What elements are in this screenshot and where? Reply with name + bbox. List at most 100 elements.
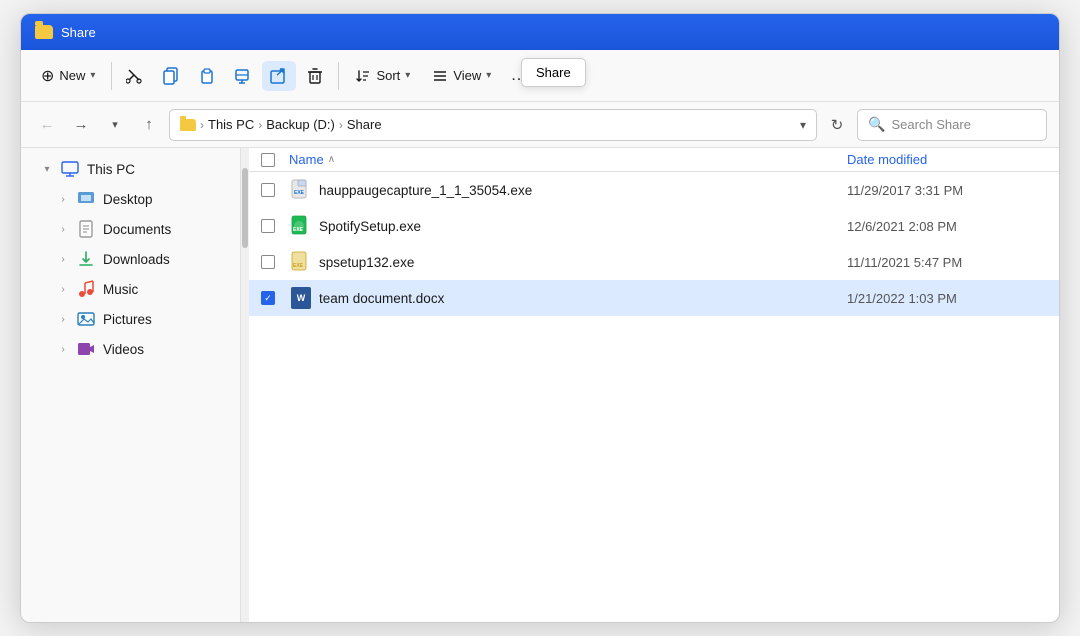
sidebar-item-desktop[interactable]: › Desktop <box>27 184 234 214</box>
sidebar-item-downloads[interactable]: › Downloads <box>27 244 234 274</box>
new-icon: ⊕ <box>41 66 54 86</box>
pictures-expand-icon: › <box>57 314 69 325</box>
share-tooltip-container: Share <box>521 58 586 87</box>
file-checkbox-1[interactable] <box>261 219 275 233</box>
desktop-label: Desktop <box>103 192 153 207</box>
file-row-3[interactable]: W team document.docx 1/21/2022 1:03 PM <box>249 280 1059 316</box>
recent-button[interactable]: ▾ <box>101 111 129 139</box>
refresh-button[interactable]: ↻ <box>823 111 851 139</box>
view-icon <box>432 68 448 84</box>
file-check-3 <box>261 291 289 305</box>
file-check-1 <box>261 219 289 233</box>
title-bar: Share <box>21 14 1059 50</box>
music-label: Music <box>103 282 138 297</box>
file-checkbox-2[interactable] <box>261 255 275 269</box>
search-icon: 🔍 <box>868 116 885 133</box>
breadcrumb-part3: Share <box>347 117 382 132</box>
file-checkbox-3[interactable] <box>261 291 275 305</box>
back-button[interactable]: ← <box>33 111 61 139</box>
col-name-label: Name <box>289 152 324 167</box>
svg-text:EXE: EXE <box>293 263 304 269</box>
separator-2 <box>338 62 339 90</box>
select-all-checkbox[interactable] <box>261 153 275 167</box>
delete-icon <box>306 67 324 85</box>
window-title: Share <box>61 25 96 40</box>
separator-1 <box>111 62 112 90</box>
breadcrumb-part1: This PC <box>208 117 254 132</box>
view-button[interactable]: View ▾ <box>422 62 501 90</box>
new-dropdown-icon: ▾ <box>90 70 95 81</box>
sidebar-item-documents[interactable]: › Documents <box>27 214 234 244</box>
sort-up-icon: ∧ <box>328 154 335 165</box>
file-row-2[interactable]: EXE spsetup132.exe 11/11/2021 5:47 PM <box>249 244 1059 280</box>
this-pc-expand-icon: ▾ <box>41 164 53 175</box>
explorer-window: Share ⊕ New ▾ <box>20 13 1060 623</box>
file-date-3: 1/21/2022 1:03 PM <box>847 291 1047 306</box>
sort-icon <box>355 68 371 84</box>
file-checkbox-0[interactable] <box>261 183 275 197</box>
up-button[interactable]: ↑ <box>135 111 163 139</box>
downloads-expand-icon: › <box>57 254 69 265</box>
file-name-1: SpotifySetup.exe <box>319 219 847 234</box>
cut-icon <box>126 67 144 85</box>
forward-button[interactable]: → <box>67 111 95 139</box>
documents-label: Documents <box>103 222 171 237</box>
downloads-label: Downloads <box>103 252 170 267</box>
rename-button[interactable] <box>226 61 260 91</box>
file-name-2: spsetup132.exe <box>319 255 847 270</box>
file-row-1[interactable]: EXE SpotifySetup.exe 12/6/2021 2:08 PM <box>249 208 1059 244</box>
pictures-icon <box>77 310 95 328</box>
videos-expand-icon: › <box>57 344 69 355</box>
new-button[interactable]: ⊕ New ▾ <box>31 60 105 92</box>
pictures-label: Pictures <box>103 312 152 327</box>
main-content: ▾ This PC › <box>21 148 1059 622</box>
copy-button[interactable] <box>154 61 188 91</box>
col-name-header[interactable]: Name ∧ <box>289 152 847 167</box>
svg-text:EXE: EXE <box>293 227 304 233</box>
view-dropdown-icon: ▾ <box>486 70 491 81</box>
videos-label: Videos <box>103 342 144 357</box>
sidebar-item-this-pc[interactable]: ▾ This PC <box>27 154 234 184</box>
sidebar-item-videos[interactable]: › Videos <box>27 334 234 364</box>
title-folder-icon <box>35 23 53 41</box>
delete-button[interactable] <box>298 61 332 91</box>
file-check-2 <box>261 255 289 269</box>
sort-button[interactable]: Sort ▾ <box>345 62 420 90</box>
cut-button[interactable] <box>118 61 152 91</box>
share-tooltip: Share <box>521 58 586 87</box>
share-icon <box>270 67 288 85</box>
scrollbar-thumb[interactable] <box>242 168 248 248</box>
pc-icon <box>61 160 79 178</box>
file-icon-exe-0: EXE <box>289 178 313 202</box>
file-row-0[interactable]: EXE hauppaugecapture_1_1_35054.exe 11/29… <box>249 172 1059 208</box>
file-check-0 <box>261 183 289 197</box>
share-button[interactable] <box>262 61 296 91</box>
toolbar: ⊕ New ▾ <box>21 50 1059 102</box>
sort-label: Sort <box>376 68 400 83</box>
svg-text:EXE: EXE <box>294 190 305 196</box>
address-bar: ← → ▾ ↑ › This PC › Backup (D:) › Share … <box>21 102 1059 148</box>
breadcrumb[interactable]: › This PC › Backup (D:) › Share ▾ <box>169 109 817 141</box>
file-name-0: hauppaugecapture_1_1_35054.exe <box>319 183 847 198</box>
breadcrumb-part2: Backup (D:) <box>266 117 335 132</box>
file-list: Name ∧ Date modified <box>241 148 1059 622</box>
scrollbar-track[interactable] <box>241 148 249 622</box>
search-box[interactable]: 🔍 Search Share <box>857 109 1047 141</box>
sidebar-item-pictures[interactable]: › Pictures <box>27 304 234 334</box>
file-date-0: 11/29/2017 3:31 PM <box>847 183 1047 198</box>
sort-dropdown-icon: ▾ <box>405 70 410 81</box>
documents-icon <box>77 220 95 238</box>
view-label: View <box>453 68 481 83</box>
breadcrumb-dropdown-icon[interactable]: ▾ <box>800 118 806 132</box>
breadcrumb-folder-icon <box>180 119 196 131</box>
file-table: Name ∧ Date modified <box>249 148 1059 622</box>
col-date-header[interactable]: Date modified <box>847 152 1047 167</box>
music-icon <box>77 280 95 298</box>
file-icon-docx-3: W <box>289 286 313 310</box>
paste-button[interactable] <box>190 61 224 91</box>
file-date-1: 12/6/2021 2:08 PM <box>847 219 1047 234</box>
file-date-2: 11/11/2021 5:47 PM <box>847 255 1047 270</box>
sidebar-item-music[interactable]: › Music <box>27 274 234 304</box>
downloads-icon <box>77 250 95 268</box>
file-icon-exe-2: EXE <box>289 250 313 274</box>
